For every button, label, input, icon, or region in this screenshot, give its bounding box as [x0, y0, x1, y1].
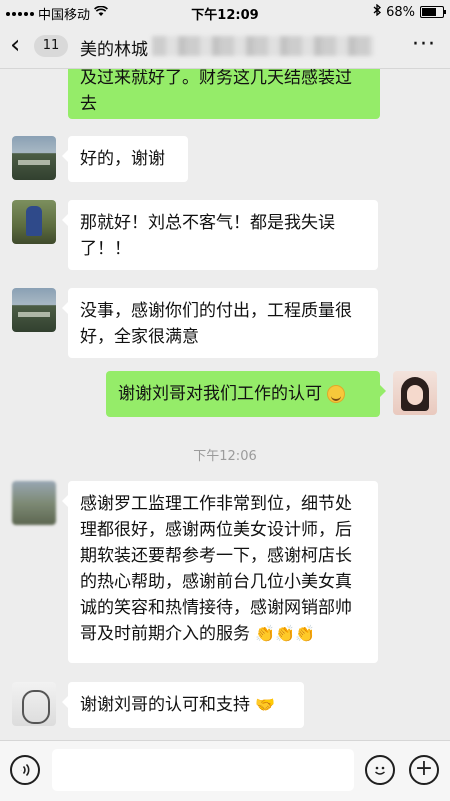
avatar[interactable]: [12, 136, 56, 180]
my-avatar[interactable]: [393, 371, 437, 415]
message-bubble-incoming[interactable]: 那就好！刘总不客气！都是我失误了！！: [62, 200, 378, 270]
timestamp-divider: 下午12:06: [193, 449, 257, 464]
message-bubble-incoming[interactable]: 没事，感谢你们的付出，工程质量很好，全家很满意: [62, 288, 378, 358]
message-text: 谢谢刘哥的认可和支持: [80, 695, 250, 715]
back-chevron-icon[interactable]: ‹: [10, 32, 20, 58]
message-bubble-incoming[interactable]: 好的，谢谢: [62, 136, 188, 182]
avatar[interactable]: [12, 200, 56, 244]
chat-header: ‹ 11 美的林城 ···: [0, 24, 450, 69]
message-bubble-incoming[interactable]: 感谢罗工监理工作非常到位，细节处理都很好，感谢两位美女设计师，后期软装还要帮参考…: [62, 481, 378, 663]
battery-fill: [422, 8, 436, 16]
message-text: 及过来就好了。财务这几天结感装过去: [80, 69, 352, 114]
battery-icon: [420, 6, 446, 18]
avatar[interactable]: [12, 682, 56, 726]
message-text: 那就好！刘总不客气！都是我失误了！！: [80, 213, 335, 259]
chat-title: 美的林城: [80, 40, 148, 60]
status-right: 68%: [373, 3, 446, 20]
bluetooth-icon: [373, 3, 382, 20]
message-bubble-outgoing[interactable]: 谢谢刘哥对我们工作的认可: [106, 371, 386, 417]
input-bar: +: [0, 740, 450, 801]
message-input[interactable]: [52, 749, 354, 791]
handshake-emoji-icon: 🤝: [255, 695, 276, 714]
clap-emoji-icon: 👏👏👏: [255, 624, 316, 643]
more-options-icon[interactable]: ···: [412, 32, 436, 57]
emoji-picker-icon[interactable]: [365, 755, 395, 785]
avatar[interactable]: [12, 481, 56, 525]
avatar[interactable]: [12, 288, 56, 332]
blurred-title-region: [152, 36, 374, 56]
status-bar: 中国移动 下午12:09 68%: [0, 0, 450, 24]
message-bubble-outgoing[interactable]: 及过来就好了。财务这几天结感装过去: [68, 69, 380, 119]
message-text: 好的，谢谢: [80, 149, 165, 169]
smile-emoji-icon: [327, 385, 346, 403]
message-bubble-incoming[interactable]: 谢谢刘哥的认可和支持 🤝: [62, 682, 304, 728]
unread-count-badge[interactable]: 11: [34, 35, 68, 57]
add-attachment-icon[interactable]: +: [409, 755, 439, 785]
message-list[interactable]: 及过来就好了。财务这几天结感装过去 好的，谢谢 那就好！刘总不客气！都是我失误了…: [0, 69, 450, 740]
battery-percent: 68%: [386, 4, 415, 20]
voice-input-icon[interactable]: [10, 755, 40, 785]
message-text: 谢谢刘哥对我们工作的认可: [118, 384, 322, 404]
message-text: 没事，感谢你们的付出，工程质量很好，全家很满意: [80, 301, 352, 347]
